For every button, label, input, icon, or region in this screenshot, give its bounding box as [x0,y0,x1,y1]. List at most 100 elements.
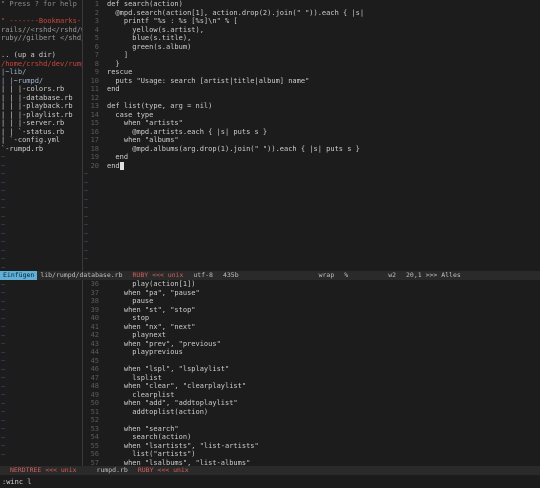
code-line[interactable]: 19 end [83,153,540,162]
code-text[interactable]: @mpd.search(action[1], action.drop(2).jo… [107,9,540,18]
code-line[interactable]: 56 list("artists") [83,450,540,459]
code-line[interactable]: 9 rescue [83,68,540,77]
code-line[interactable]: 8 } [83,60,540,69]
code-text[interactable]: blue(s.title), [107,34,540,43]
code-text[interactable]: end [107,85,540,94]
code-text[interactable]: lsplist [107,374,540,383]
code-text[interactable]: green(s.album) [107,43,540,52]
code-line[interactable]: 5 blue(s.title), [83,34,540,43]
code-line[interactable]: 44 playprevious [83,348,540,357]
code-line[interactable]: 38 pause [83,297,540,306]
code-text[interactable]: end [107,153,540,162]
code-text[interactable]: puts "Usage: search [artist|title|album]… [107,77,540,86]
code-line[interactable]: 54 search(action) [83,433,540,442]
code-text[interactable]: def list(type, arg = nil) [107,102,540,111]
code-line[interactable]: 47 lsplist [83,374,540,383]
tree-line[interactable]: " -------Bookmarks---- [0,17,82,26]
code-line[interactable]: 12 [83,94,540,103]
code-line[interactable]: 13 def list(type, arg = nil) [83,102,540,111]
code-line[interactable]: 20 end [83,161,540,171]
code-line[interactable]: 43 when "prev", "previous" [83,340,540,349]
code-line[interactable]: 1 def search(action) [83,0,540,9]
code-line[interactable]: 14 case type [83,111,540,120]
code-text[interactable]: when "artists" [107,119,540,128]
code-text[interactable]: yellow(s.artist), [107,26,540,35]
code-text[interactable] [107,94,540,103]
code-text[interactable]: rescue [107,68,540,77]
code-line[interactable]: 39 when "st", "stop" [83,306,540,315]
code-line[interactable]: 37 when "pa", "pause" [83,289,540,298]
code-text[interactable]: playprevious [107,348,540,357]
code-text[interactable]: @mpd.albums(arg.drop(1).join(" ")).each … [107,145,540,154]
tree-line[interactable]: | | |-playback.rb [0,102,82,111]
code-text[interactable]: } [107,60,540,69]
editor-pane-rumpd[interactable]: 36 play(action[1]) 37 when "pa", "pause" 3… [83,280,540,466]
tree-line[interactable]: /home/crshd/dev/rumpd/ [0,60,82,69]
code-line[interactable]: 51 addtoplist(action) [83,408,540,417]
code-text[interactable]: addtoplist(action) [107,408,540,417]
code-text[interactable]: ] [107,51,540,60]
code-text[interactable]: when "lspl", "lsplaylist" [107,365,540,374]
code-text[interactable]: when "pa", "pause" [107,289,540,298]
command-line[interactable]: :winc l [0,476,540,488]
tree-line[interactable]: | |~rumpd/ [0,77,82,86]
tree-line[interactable]: " Press ? for help [0,0,82,9]
code-text[interactable]: when "nx", "next" [107,323,540,332]
tree-line[interactable]: ruby//gilbert </shd/de [0,34,82,43]
code-text[interactable]: when "lsalbums", "list-albums" [107,459,540,467]
code-line[interactable]: 42 playnext [83,331,540,340]
code-line[interactable]: 41 when "nx", "next" [83,323,540,332]
code-line[interactable]: 18 @mpd.albums(arg.drop(1).join(" ")).ea… [83,145,540,154]
code-line[interactable]: 36 play(action[1]) [83,280,540,289]
code-line[interactable]: 10 puts "Usage: search [artist|title|alb… [83,77,540,86]
code-line[interactable]: 46 when "lspl", "lsplaylist" [83,365,540,374]
code-text[interactable] [107,416,540,425]
code-line[interactable]: 3 printf "%s : %s [%s]\n" % [ [83,17,540,26]
code-text[interactable] [107,357,540,366]
tree-line[interactable]: rails//<rshd</rshd/ww [0,26,82,35]
code-line[interactable]: 49 clearplist [83,391,540,400]
tree-line[interactable]: |~lib/ [0,68,82,77]
code-line[interactable]: 53 when "search" [83,425,540,434]
code-line[interactable]: 57 when "lsalbums", "list-albums" [83,459,540,467]
code-line[interactable]: 17 when "albums" [83,136,540,145]
tree-line[interactable]: | | |-database.rb [0,94,82,103]
code-text[interactable]: when "add", "addtoplaylist" [107,399,540,408]
code-text[interactable]: list("artists") [107,450,540,459]
code-text[interactable]: when "st", "stop" [107,306,540,315]
code-line[interactable]: 55 when "lsartists", "list-artists" [83,442,540,451]
code-line[interactable]: 11 end [83,85,540,94]
code-line[interactable]: 2 @mpd.search(action[1], action.drop(2).… [83,9,540,18]
code-line[interactable]: 7 ] [83,51,540,60]
code-line[interactable]: 15 when "artists" [83,119,540,128]
tree-line[interactable]: | `-config.yml [0,136,82,145]
code-text[interactable]: when "prev", "previous" [107,340,540,349]
code-line[interactable]: 52 [83,416,540,425]
code-text[interactable]: printf "%s : %s [%s]\n" % [ [107,17,540,26]
code-text[interactable]: when "search" [107,425,540,434]
code-text[interactable]: when "lsartists", "list-artists" [107,442,540,451]
code-text[interactable]: play(action[1]) [107,280,540,289]
tree-line[interactable] [0,9,82,18]
code-text[interactable]: when "albums" [107,136,540,145]
code-text[interactable]: case type [107,111,540,120]
code-line[interactable]: 45 [83,357,540,366]
code-text[interactable]: clearplist [107,391,540,400]
tree-line[interactable]: | | |-playlist.rb [0,111,82,120]
code-line[interactable]: 16 @mpd.artists.each { |s| puts s } [83,128,540,137]
nerdtree-pane[interactable]: " Press ? for help " -------Bookmarks----… [0,0,82,466]
code-line[interactable]: 48 when "clear", "clearplaylist" [83,382,540,391]
code-text[interactable]: @mpd.artists.each { |s| puts s } [107,128,540,137]
code-line[interactable]: 40 stop [83,314,540,323]
code-text[interactable]: when "clear", "clearplaylist" [107,382,540,391]
tree-line[interactable] [0,43,82,52]
tree-line[interactable]: | | |-server.rb [0,119,82,128]
code-text[interactable]: playnext [107,331,540,340]
code-text[interactable]: pause [107,297,540,306]
code-text[interactable]: stop [107,314,540,323]
code-text[interactable]: def search(action) [107,0,540,9]
code-line[interactable]: 4 yellow(s.artist), [83,26,540,35]
code-text[interactable]: search(action) [107,433,540,442]
tree-line[interactable]: .. (up a dir) [0,51,82,60]
code-line[interactable]: 50 when "add", "addtoplaylist" [83,399,540,408]
